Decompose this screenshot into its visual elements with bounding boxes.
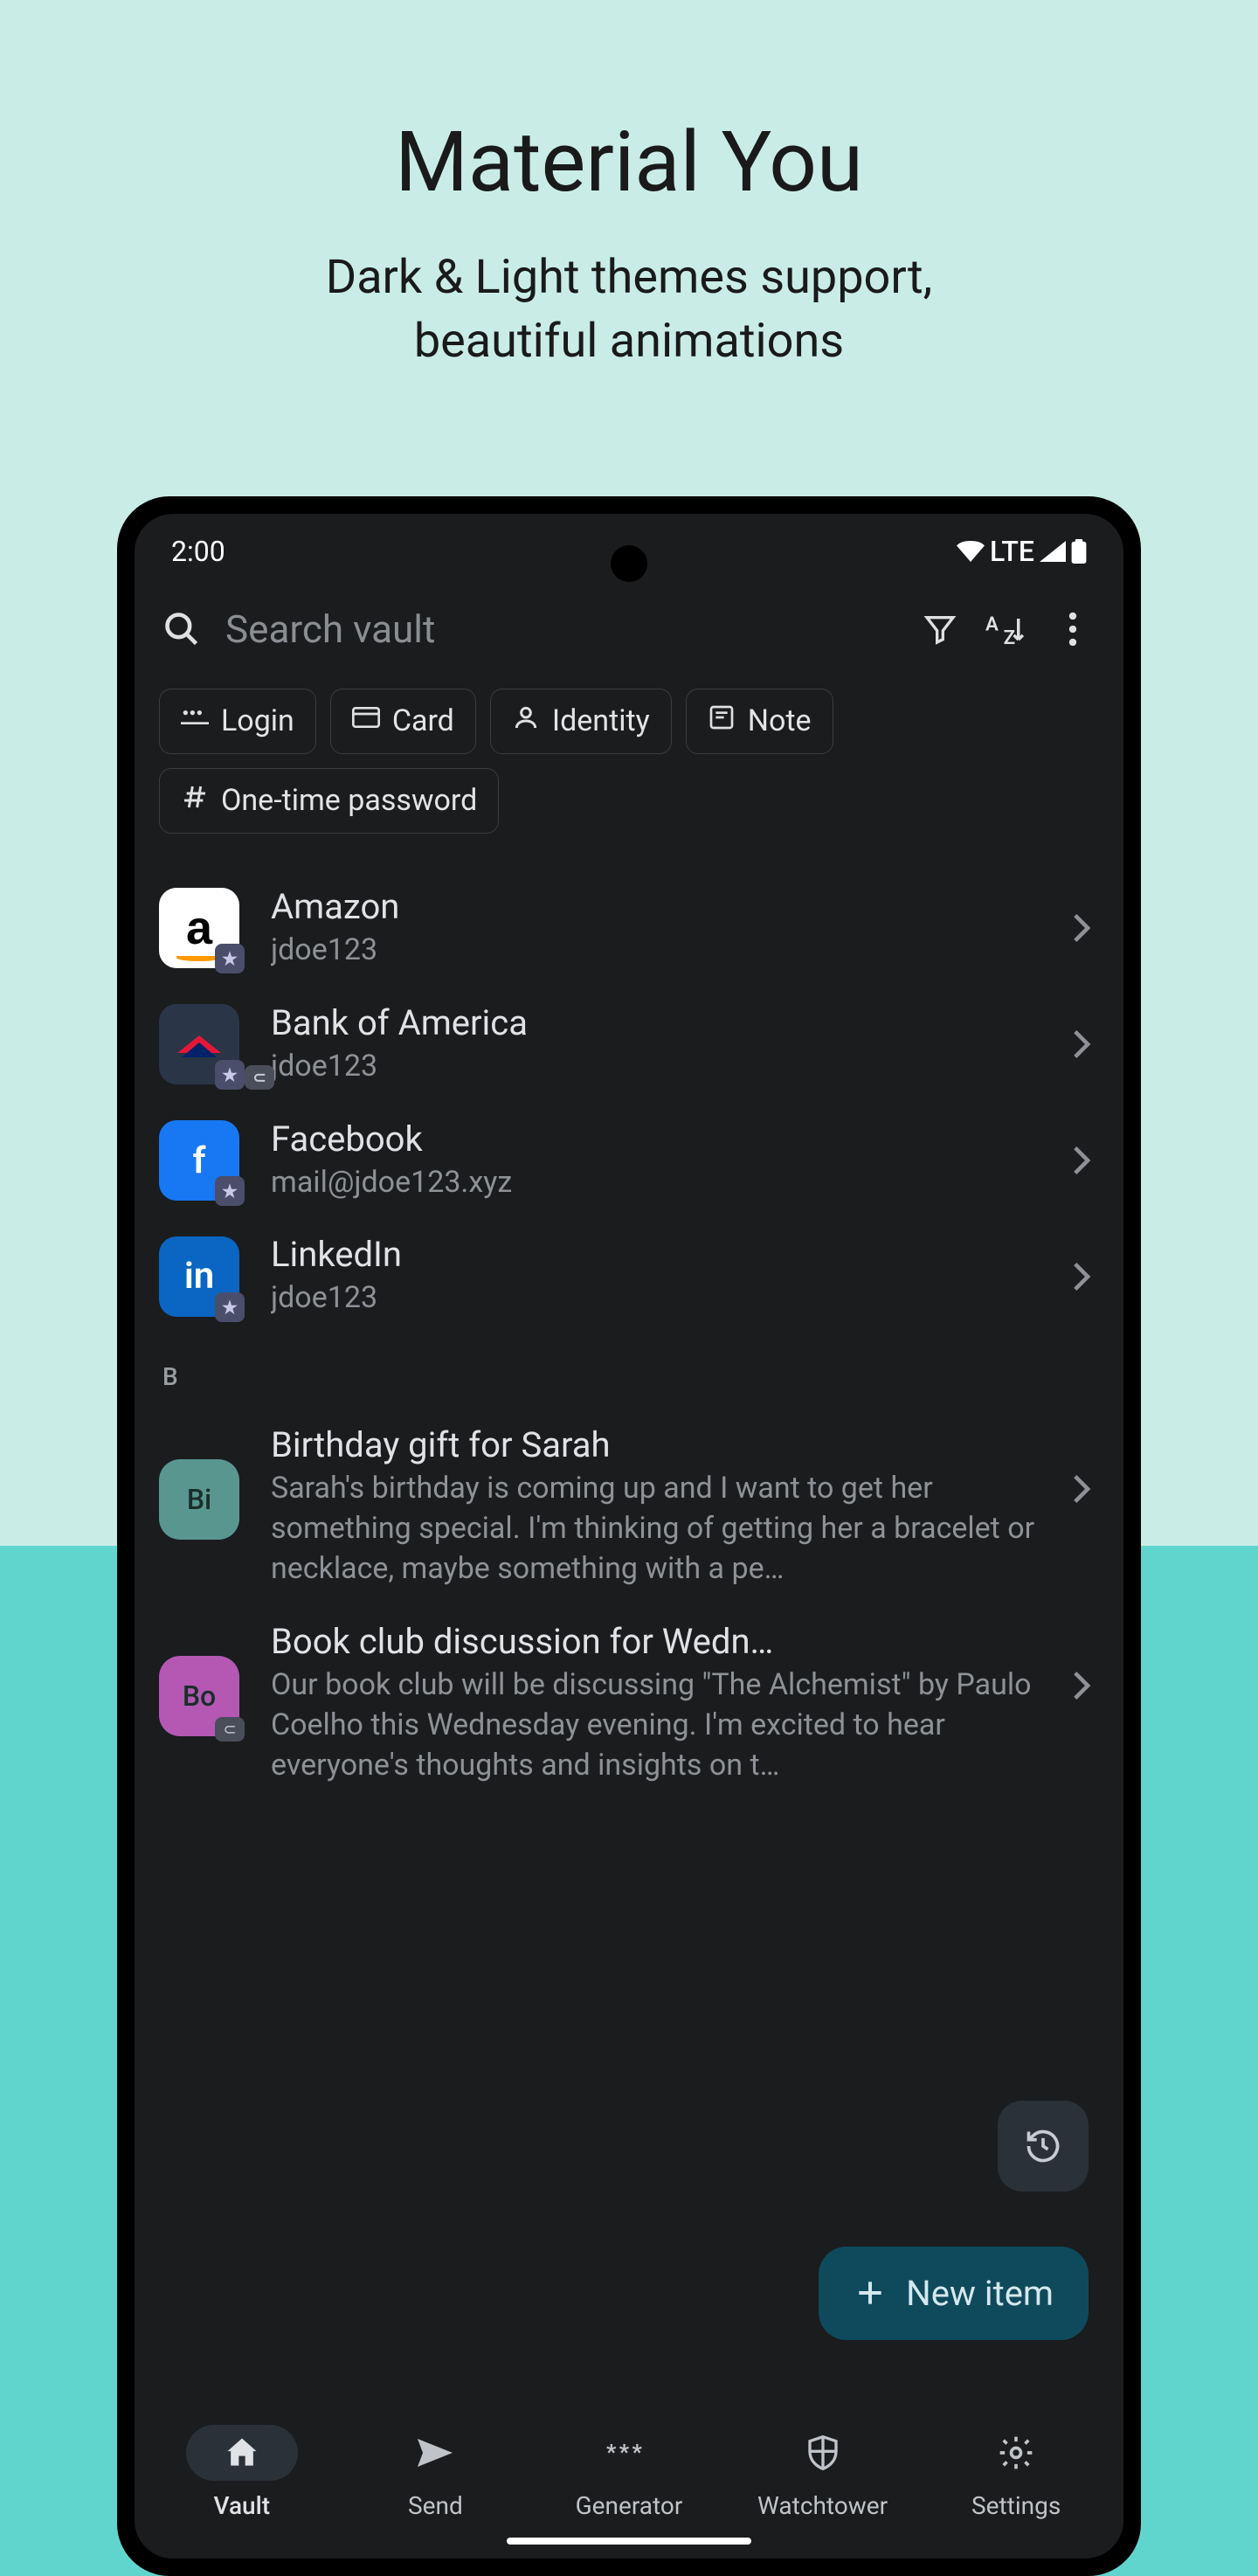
svg-text:A: A: [985, 613, 999, 635]
chip-one-time-password[interactable]: One-time password: [159, 768, 499, 834]
home-icon: [186, 2425, 298, 2481]
sort-az-icon: AZ: [985, 612, 1027, 647]
chip-identity[interactable]: Identity: [490, 689, 672, 754]
wifi-icon: [957, 541, 985, 562]
chevron-right-icon: [1071, 1473, 1092, 1505]
fab-label: New item: [906, 2273, 1054, 2314]
item-title: Amazon: [271, 886, 1040, 927]
note-title: Book club discussion for Wedn…: [271, 1621, 1040, 1662]
toolbar: Search vault AZ: [135, 575, 1123, 669]
vault-list: a Amazon jdoe123 ⊂ Bank of America jdoe1…: [135, 860, 1123, 1346]
nav-generator[interactable]: *** Generator: [532, 2425, 726, 2520]
filter-button[interactable]: [917, 606, 963, 652]
vault-item[interactable]: a Amazon jdoe123: [135, 870, 1123, 987]
home-indicator: [507, 2538, 751, 2545]
favorite-badge: [215, 1292, 245, 1322]
chip-label: One-time password: [221, 783, 477, 818]
phone-frame: 2:00 LTE Search vault AZ LoginC: [117, 496, 1141, 2576]
hero-subtitle: Dark & Light themes support, beautiful a…: [326, 246, 933, 374]
shield-icon: [767, 2425, 879, 2481]
chevron-right-icon: [1071, 1145, 1092, 1176]
favorite-badge: [215, 1060, 245, 1090]
battery-icon: [1071, 539, 1087, 564]
filter-icon: [923, 612, 957, 647]
chip-label: Note: [748, 703, 812, 738]
new-item-fab[interactable]: New item: [819, 2247, 1089, 2340]
item-title: Facebook: [271, 1118, 1040, 1160]
nav-label: Watchtower: [757, 2491, 888, 2520]
chevron-right-icon: [1071, 912, 1092, 944]
item-subtitle: jdoe123: [271, 931, 1040, 971]
notes-list: Bi Birthday gift for Sarah Sarah's birth…: [135, 1398, 1123, 1811]
menu-button[interactable]: [1050, 606, 1096, 652]
app-icon: in: [159, 1236, 239, 1317]
vault-item[interactable]: ⊂ Bank of America jdoe123: [135, 987, 1123, 1103]
nav-label: Vault: [214, 2491, 271, 2520]
search-placeholder: Search vault: [225, 606, 435, 652]
gear-icon: [960, 2425, 1072, 2481]
vault-item[interactable]: f Facebook mail@jdoe123.xyz: [135, 1103, 1123, 1219]
item-title: LinkedIn: [271, 1234, 1040, 1275]
chevron-right-icon: [1071, 1028, 1092, 1060]
app-icon: ⊂: [159, 1004, 239, 1084]
history-fab[interactable]: [998, 2101, 1089, 2192]
note-item[interactable]: Bo⊂ Book club discussion for Wedn… Our b…: [135, 1605, 1123, 1802]
nav-label: Settings: [971, 2491, 1061, 2520]
signal-icon: [1040, 541, 1066, 562]
item-title: Bank of America: [271, 1002, 1040, 1043]
note-body: Sarah's birthday is coming up and I want…: [271, 1469, 1040, 1589]
app-icon: f: [159, 1120, 239, 1201]
note-icon: Bi: [159, 1459, 239, 1540]
note-body: Our book club will be discussing "The Al…: [271, 1665, 1040, 1786]
item-subtitle: mail@jdoe123.xyz: [271, 1163, 1040, 1203]
bottom-nav: Vault Send *** Generator Watchtower Settings: [135, 2407, 1123, 2559]
plus-icon: [854, 2276, 887, 2309]
nav-label: Send: [408, 2491, 463, 2520]
hash-icon: [181, 783, 209, 819]
network-label: LTE: [990, 535, 1034, 568]
note-icon: [708, 703, 736, 739]
person-icon: [512, 703, 540, 739]
attachment-badge: ⊂: [245, 1065, 274, 1090]
svg-text:***: ***: [606, 2444, 645, 2462]
note-icon: Bo⊂: [159, 1656, 239, 1736]
section-header-b: B: [135, 1345, 1123, 1398]
note-item[interactable]: Bi Birthday gift for Sarah Sarah's birth…: [135, 1409, 1123, 1605]
nav-settings[interactable]: Settings: [919, 2425, 1113, 2520]
app-icon: a: [159, 888, 239, 968]
attachment-badge: ⊂: [215, 1717, 245, 1742]
card-icon: [352, 703, 380, 739]
item-subtitle: jdoe123: [271, 1047, 1040, 1087]
status-time: 2:00: [171, 535, 225, 568]
chip-label: Identity: [552, 703, 650, 738]
chip-login[interactable]: Login: [159, 689, 316, 754]
password-icon: [181, 703, 209, 739]
history-icon: [1024, 2127, 1062, 2165]
nav-watchtower[interactable]: Watchtower: [726, 2425, 920, 2520]
send-icon: [379, 2425, 491, 2481]
nav-send[interactable]: Send: [339, 2425, 533, 2520]
favorite-badge: [215, 1176, 245, 1206]
chevron-right-icon: [1071, 1670, 1092, 1701]
item-subtitle: jdoe123: [271, 1278, 1040, 1319]
chevron-right-icon: [1071, 1261, 1092, 1292]
nav-label: Generator: [576, 2491, 683, 2520]
phone-screen: 2:00 LTE Search vault AZ LoginC: [135, 514, 1123, 2559]
chip-card[interactable]: Card: [330, 689, 476, 754]
chip-label: Card: [392, 703, 454, 738]
hero-title: Material You: [395, 114, 863, 211]
chip-label: Login: [221, 703, 294, 738]
chip-note[interactable]: Note: [686, 689, 833, 754]
favorite-badge: [215, 944, 245, 973]
sort-button[interactable]: AZ: [984, 606, 1029, 652]
search-icon: [162, 610, 201, 648]
camera-notch: [611, 545, 647, 582]
dots-icon: ***: [573, 2425, 685, 2481]
vault-item[interactable]: in LinkedIn jdoe123: [135, 1218, 1123, 1334]
search-field[interactable]: Search vault: [162, 606, 896, 652]
note-title: Birthday gift for Sarah: [271, 1424, 1040, 1465]
filter-chips: Login Card Identity Note One-time password: [135, 669, 1123, 860]
nav-vault[interactable]: Vault: [145, 2425, 339, 2520]
more-vert-icon: [1068, 612, 1078, 647]
